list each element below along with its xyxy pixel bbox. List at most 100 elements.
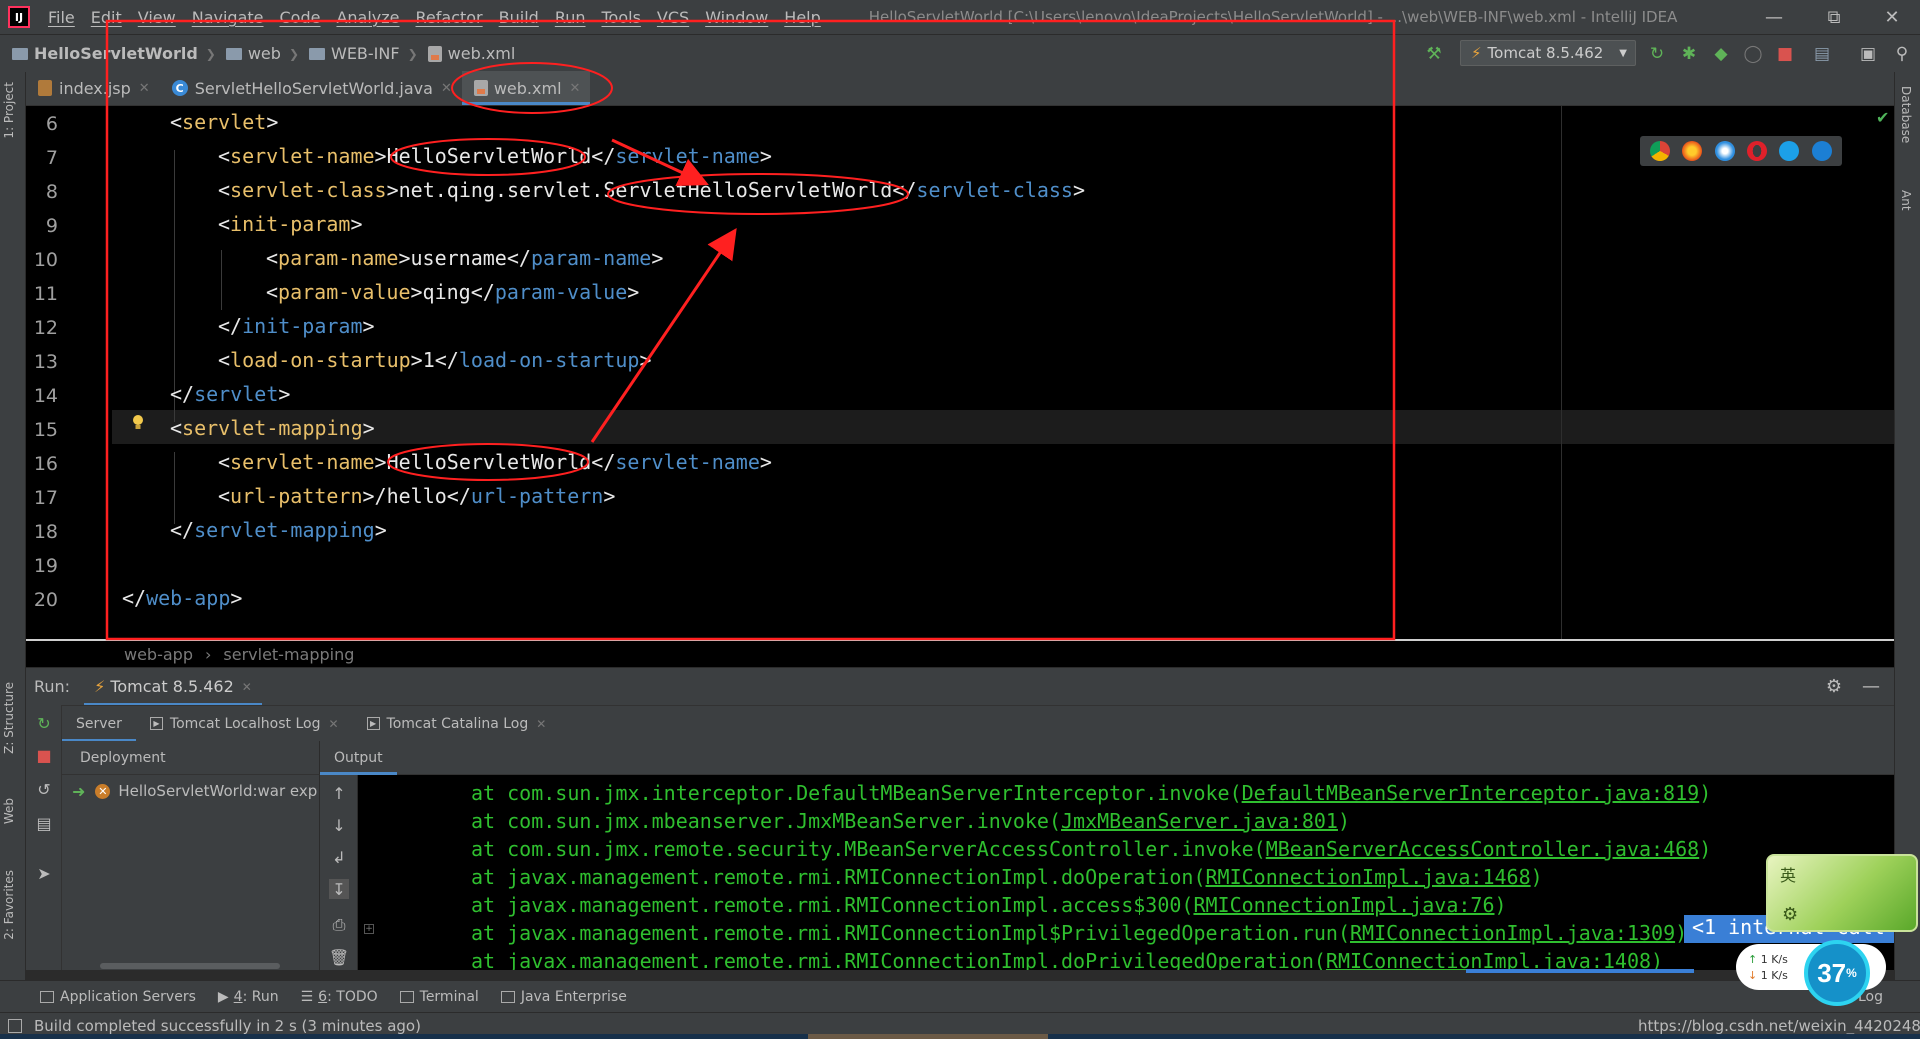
source-link[interactable]: MBeanServerAccessController.java:468 <box>1266 837 1699 861</box>
close-tab-icon[interactable]: ✕ <box>536 717 546 731</box>
clear-all-icon[interactable]: 🗑 <box>329 947 349 967</box>
rerun-server-icon[interactable]: ↻ <box>34 713 54 733</box>
menu-help[interactable]: Help <box>776 8 828 27</box>
menu-build[interactable]: Build <box>491 8 547 27</box>
search-icon[interactable]: ⚲ <box>1892 44 1912 64</box>
stop-server-icon[interactable]: ■ <box>34 745 54 765</box>
menu-vcs[interactable]: VCS <box>649 8 697 27</box>
breadcrumb-web-app[interactable]: web-app <box>124 645 193 664</box>
scroll-to-end-icon[interactable]: ↧ <box>329 879 349 899</box>
breadcrumb-web[interactable]: web <box>225 44 281 63</box>
edge-icon[interactable] <box>1811 141 1832 161</box>
tab-server[interactable]: Server <box>62 706 136 742</box>
tool-tab-web[interactable]: Web <box>2 798 16 824</box>
tab-servlet-java[interactable]: C ServletHelloServletWorld.java ✕ <box>160 71 462 105</box>
xml-tag: param-value <box>494 280 628 304</box>
code-line-17: <url-pattern>/hello</url-pattern> <box>218 484 616 508</box>
menu-window[interactable]: Window <box>697 8 776 27</box>
close-tab-icon[interactable]: ✕ <box>139 81 150 96</box>
console-scrollbar[interactable] <box>1466 969 1694 973</box>
settings-gear-icon[interactable]: ⚙ <box>1826 676 1842 697</box>
profile-icon[interactable]: ◯ <box>1743 44 1763 64</box>
fold-expand-icon[interactable]: + <box>364 924 374 934</box>
build-hammer-icon[interactable]: ⚒ <box>1424 44 1444 64</box>
source-link[interactable]: RMIConnectionImpl.java:1468 <box>1206 865 1531 889</box>
line-number: 13 <box>33 351 58 373</box>
soft-wrap-icon[interactable]: ↲ <box>329 847 349 867</box>
menu-run[interactable]: Run <box>547 8 594 27</box>
deploy-arrow-icon[interactable]: ➜ <box>72 782 85 801</box>
upload-speed: 1 K/s <box>1760 953 1788 966</box>
firefox-icon[interactable] <box>1682 141 1703 161</box>
breadcrumb-project[interactable]: HelloServletWorld <box>12 44 198 63</box>
tool-tab-structure[interactable]: Z: Structure <box>2 682 16 754</box>
tool-application-servers[interactable]: Application Servers <box>40 989 196 1005</box>
xml-text: HelloServletWorld <box>386 450 592 474</box>
menu-navigate[interactable]: Navigate <box>184 8 272 27</box>
source-link[interactable]: RMIConnectionImpl.java:1408 <box>1326 949 1651 970</box>
cpu-usage-ring[interactable]: 37% <box>1804 940 1870 1006</box>
tab-catalina-log[interactable]: ▶ Tomcat Catalina Log ✕ <box>353 706 561 742</box>
stop-icon[interactable]: ■ <box>1775 44 1795 64</box>
rerun-icon[interactable]: ↻ <box>1647 44 1667 64</box>
tool-run[interactable]: ▶ 4: Run <box>218 989 279 1005</box>
scroll-down-icon[interactable]: ↓ <box>329 815 349 835</box>
tab-index-jsp[interactable]: index.jsp ✕ <box>26 71 160 105</box>
console-output[interactable]: at com.sun.jmx.interceptor.DefaultMBeanS… <box>358 775 1894 970</box>
menu-refactor[interactable]: Refactor <box>408 8 491 27</box>
print-icon[interactable]: ⎙ <box>329 915 349 935</box>
dump-threads-icon[interactable]: ▤ <box>34 813 54 833</box>
tool-todo[interactable]: ☰ 6: TODO <box>301 989 378 1005</box>
breadcrumb-servlet-mapping[interactable]: servlet-mapping <box>223 645 354 664</box>
close-tab-icon[interactable]: ✕ <box>441 81 452 96</box>
menu-tools[interactable]: Tools <box>594 8 649 27</box>
update-app-icon[interactable]: ↺ <box>34 779 54 799</box>
run-config-tab[interactable]: ⚡ Tomcat 8.5.462 ✕ <box>84 668 262 706</box>
source-link[interactable]: RMIConnectionImpl.java:76 <box>1193 893 1494 917</box>
deployment-item[interactable]: ➜ ✕ HelloServletWorld:war exp <box>70 779 320 803</box>
menu-code[interactable]: Code <box>272 8 329 27</box>
opera-icon[interactable] <box>1747 141 1768 161</box>
tool-tab-ant[interactable]: Ant <box>1899 190 1913 211</box>
source-link[interactable]: DefaultMBeanServerInterceptor.java:819 <box>1242 781 1700 805</box>
intention-bulb-icon[interactable] <box>132 414 144 432</box>
close-window-icon[interactable]: ✕ <box>1864 0 1920 34</box>
restore-icon[interactable]: ⧉ <box>1806 0 1862 34</box>
download-arrow-icon: ↓ <box>1748 969 1758 982</box>
close-tab-icon[interactable]: ✕ <box>242 680 252 694</box>
scroll-up-icon[interactable]: ↑ <box>329 783 349 803</box>
chrome-icon[interactable] <box>1650 141 1671 161</box>
coverage-icon[interactable]: ◆ <box>1711 44 1731 64</box>
menu-view[interactable]: View <box>130 8 184 27</box>
breadcrumb-web-xml[interactable]: web.xml <box>427 44 515 63</box>
toggle-tool-windows-icon[interactable] <box>8 1019 22 1033</box>
safari-icon[interactable] <box>1714 141 1735 161</box>
menu-edit[interactable]: Edit <box>83 8 130 27</box>
tool-tab-favorites[interactable]: 2: Favorites <box>2 870 16 940</box>
tab-localhost-log[interactable]: ▶ Tomcat Localhost Log ✕ <box>136 706 353 742</box>
ime-settings-icon[interactable]: ⚙ <box>1782 904 1798 925</box>
close-tab-icon[interactable]: ✕ <box>570 81 581 96</box>
tool-terminal[interactable]: Terminal <box>399 989 479 1005</box>
tool-tab-project[interactable]: 1: Project <box>2 82 16 139</box>
menu-file[interactable]: File <box>40 8 83 27</box>
close-tab-icon[interactable]: ✕ <box>328 717 338 731</box>
hide-panel-icon[interactable]: — <box>1862 676 1880 697</box>
breadcrumb-web-inf[interactable]: WEB-INF <box>309 44 400 63</box>
project-structure-icon[interactable]: ▤ <box>1812 44 1832 64</box>
minimize-icon[interactable]: — <box>1746 0 1802 34</box>
source-link[interactable]: JmxMBeanServer.java:801 <box>1061 809 1338 833</box>
deployment-scrollbar[interactable] <box>100 963 280 969</box>
menu-analyze[interactable]: Analyze <box>328 8 407 27</box>
tool-java-enterprise[interactable]: Java Enterprise <box>500 989 627 1005</box>
tool-tab-database[interactable]: Database <box>1899 86 1913 143</box>
pin-icon[interactable]: ➤ <box>34 863 54 883</box>
tab-output[interactable]: Output <box>320 741 397 775</box>
run-configuration-select[interactable]: ⚡ Tomcat 8.5.462 ▼ <box>1460 40 1636 66</box>
source-link[interactable]: RMIConnectionImpl.java:1309 <box>1350 921 1675 945</box>
debug-bug-icon[interactable]: ✱ <box>1679 44 1699 64</box>
ie-icon[interactable] <box>1779 141 1800 161</box>
layout-icon[interactable]: ▣ <box>1858 44 1878 64</box>
tab-web-xml[interactable]: web.xml ✕ <box>461 71 591 105</box>
inspection-ok-icon[interactable]: ✔ <box>1876 108 1889 127</box>
